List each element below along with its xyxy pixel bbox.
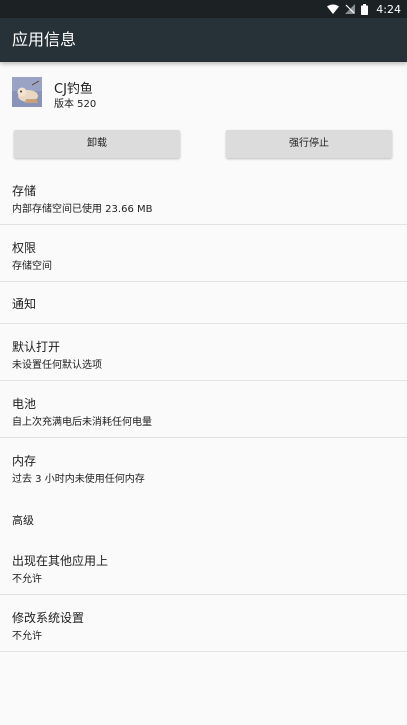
status-bar: 4:24 <box>0 0 407 18</box>
settings-item-memory[interactable]: 内存 过去 3 小时内未使用任何内存 <box>0 438 407 494</box>
settings-item-battery[interactable]: 电池 自上次充满电后未消耗任何电量 <box>0 381 407 437</box>
settings-item-title: 修改系统设置 <box>12 611 85 625</box>
battery-icon <box>361 3 369 15</box>
app-version: 版本 520 <box>54 99 97 110</box>
settings-item-summary: 内部存储空间已使用 23.66 MB <box>12 204 153 215</box>
settings-item-summary: 过去 3 小时内未使用任何内存 <box>12 474 145 485</box>
app-icon <box>12 77 42 107</box>
settings-item-modify-system-settings[interactable]: 修改系统设置 不允许 <box>0 595 407 651</box>
section-header-advanced: 高级 <box>0 494 407 538</box>
settings-item-title: 电池 <box>12 397 37 411</box>
section-header-label: 高级 <box>12 514 34 527</box>
settings-item-open-by-default[interactable]: 默认打开 未设置任何默认选项 <box>0 324 407 380</box>
settings-item-title: 权限 <box>12 241 37 255</box>
status-icons: 4:24 <box>327 0 401 18</box>
force-stop-button[interactable]: 强行停止 <box>226 130 392 158</box>
settings-item-summary: 不允许 <box>12 574 42 585</box>
settings-item-title: 出现在其他应用上 <box>12 554 109 568</box>
wifi-icon <box>327 4 340 14</box>
app-bar: 应用信息 <box>0 18 407 62</box>
divider <box>0 651 407 652</box>
settings-item-summary: 自上次充满电后未消耗任何电量 <box>12 417 152 428</box>
settings-item-summary: 存储空间 <box>12 261 52 272</box>
uninstall-button[interactable]: 卸载 <box>14 130 180 158</box>
settings-item-draw-over-apps[interactable]: 出现在其他应用上 不允许 <box>0 538 407 594</box>
settings-item-permissions[interactable]: 权限 存储空间 <box>0 225 407 281</box>
settings-item-title: 存储 <box>12 184 37 198</box>
settings-list: 存储 内部存储空间已使用 23.66 MB 权限 存储空间 通知 默认打开 未设… <box>0 168 407 652</box>
status-time: 4:24 <box>376 2 401 16</box>
settings-item-summary: 未设置任何默认选项 <box>12 360 102 371</box>
settings-item-notifications[interactable]: 通知 <box>0 282 407 323</box>
settings-item-title: 内存 <box>12 454 37 468</box>
settings-item-summary: 不允许 <box>12 631 42 642</box>
no-signal-icon <box>345 4 356 14</box>
app-header: CJ钓鱼 版本 520 <box>0 62 407 122</box>
page-title: 应用信息 <box>12 30 77 49</box>
settings-item-storage[interactable]: 存储 内部存储空间已使用 23.66 MB <box>0 168 407 224</box>
settings-item-title: 通知 <box>12 297 37 311</box>
settings-item-title: 默认打开 <box>12 340 61 354</box>
